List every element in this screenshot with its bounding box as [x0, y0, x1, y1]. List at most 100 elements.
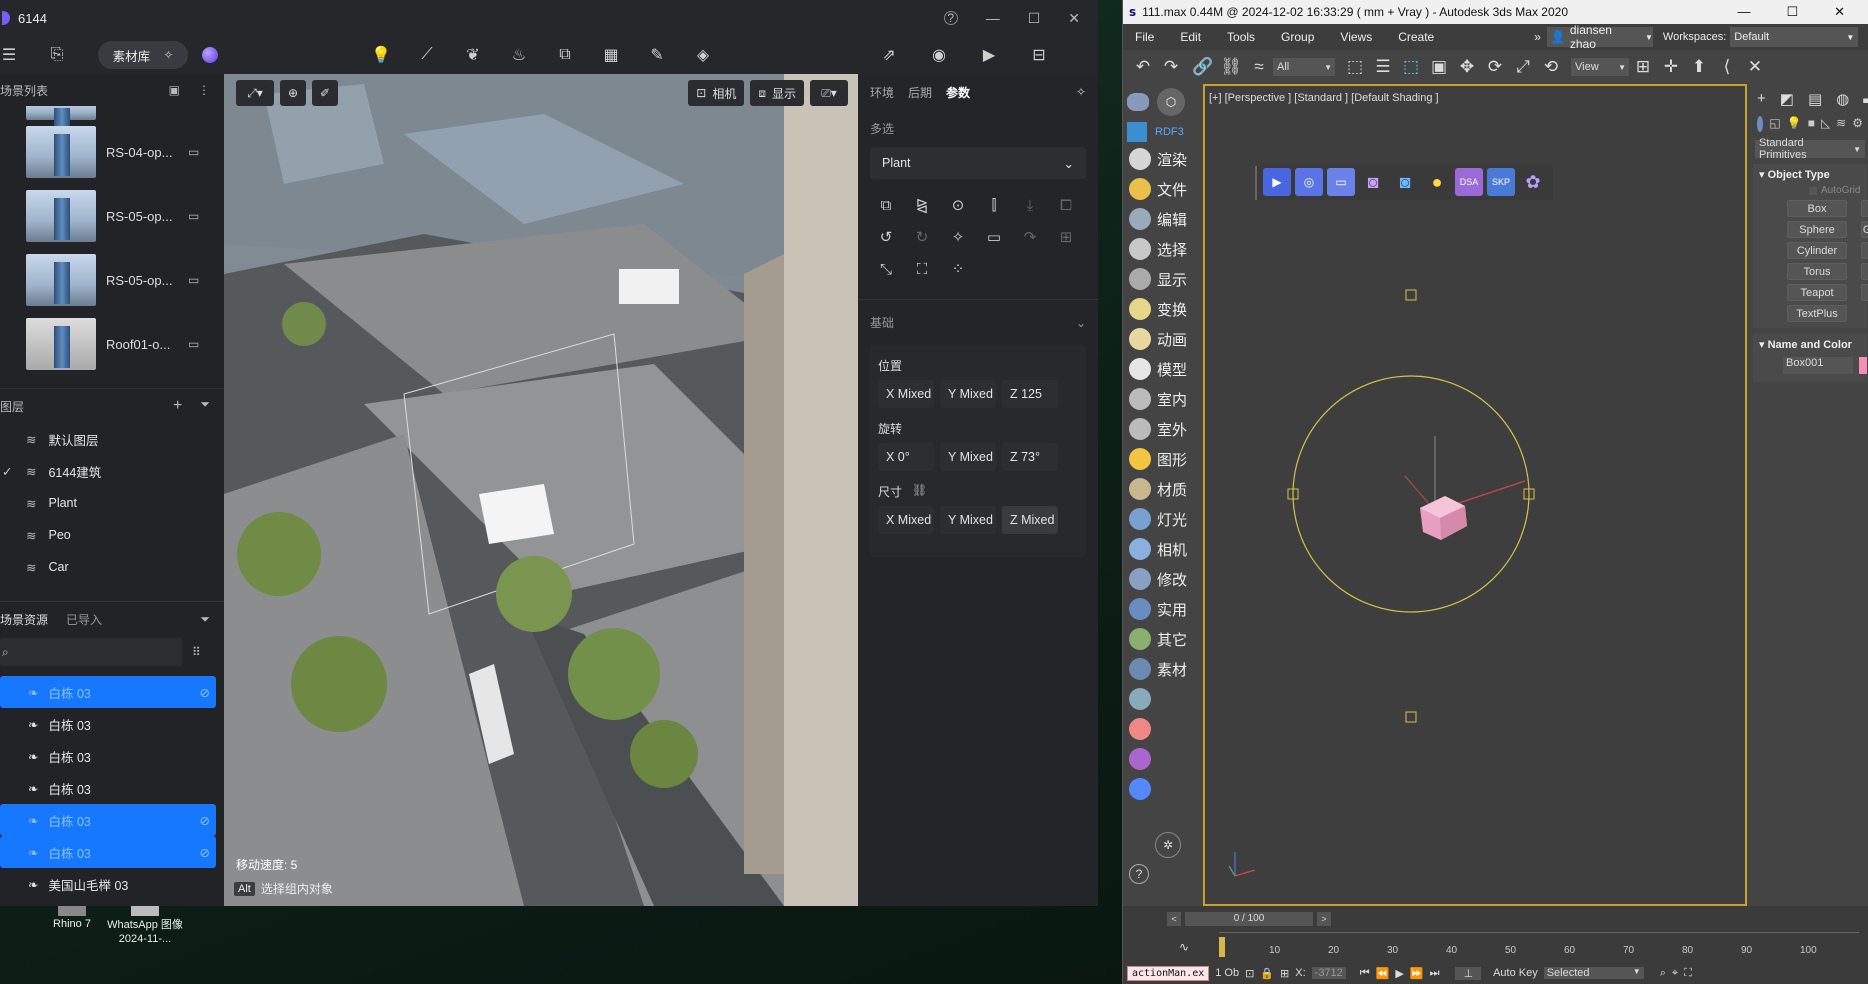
more-icon[interactable]: ⋮ [198, 83, 210, 97]
undo-icon[interactable]: ↶ [1129, 53, 1157, 81]
timeline-track[interactable]: 10 20 30 40 50 60 70 80 90 100 [1219, 932, 1859, 962]
layer-item[interactable]: ✓ ≋ 6144建筑 [0, 455, 224, 487]
ai-sparkle-icon[interactable]: ✧ [1076, 85, 1086, 99]
link-icon[interactable]: 🔗 [1189, 53, 1217, 81]
scene-item[interactable]: RS-05-op... ▭ [0, 248, 224, 312]
primitive-button[interactable]: Teapot [1787, 284, 1847, 301]
placement-icon[interactable]: ⟲ [1537, 53, 1565, 81]
copy-icon[interactable]: ⧉ [872, 191, 900, 219]
layer-item[interactable]: ≋ Peo [0, 519, 224, 551]
menu-icon[interactable]: ☰ [0, 42, 22, 68]
keyboard-shortcut-icon[interactable]: ⬆ [1685, 53, 1713, 81]
close-x-icon[interactable]: ✕ [1741, 53, 1769, 81]
select-manipulate-icon[interactable]: ✛ [1657, 53, 1685, 81]
plugin-menu-item[interactable]: 文件 [1123, 174, 1201, 204]
plugin-menu-item[interactable]: 选择 [1123, 234, 1201, 264]
pivot-center-icon[interactable]: ⊞ [1629, 53, 1657, 81]
plugin-extra-item[interactable] [1123, 744, 1201, 774]
scale-icon[interactable]: ⤡ [872, 255, 900, 283]
asset-search-input[interactable]: ⌕ [0, 638, 182, 666]
layers-icon[interactable]: ◈ [690, 42, 716, 68]
zoom-all-icon[interactable]: ⌖ [1672, 967, 1678, 980]
thumbnail-icon[interactable]: ▣ [169, 83, 180, 97]
asset-item[interactable]: ❧ 白栋 03 [0, 740, 216, 772]
asset-item[interactable]: ❧ 白栋 03 ⊘ [0, 804, 216, 836]
minimize-button[interactable]: — [986, 10, 1000, 26]
prev-key-button[interactable]: ⏪ [1376, 967, 1390, 980]
camera-small-icon[interactable]: ▭ [188, 273, 199, 287]
plugin-extra-item[interactable] [1123, 714, 1201, 744]
grid-box-icon[interactable]: ▦ [598, 42, 624, 68]
time-slider[interactable]: 0 / 100 [1185, 912, 1313, 926]
size-z-field[interactable]: Z Mixed [1002, 506, 1058, 534]
goto-start-button[interactable]: ⏮ [1360, 967, 1370, 980]
absolute-mode-icon[interactable]: ⊞ [1280, 967, 1289, 980]
rollout-collapse-icon[interactable]: ▾ [1759, 169, 1765, 181]
maximize-toggle-icon[interactable]: ⛶ [1684, 967, 1692, 980]
curve-editor-icon[interactable]: ∿ [1179, 940, 1189, 954]
picker-button[interactable]: ✐ [312, 80, 338, 106]
plugin-extra-item[interactable] [1123, 684, 1201, 714]
snap-icon[interactable]: ✧ [944, 223, 972, 251]
reference-coord-dropdown[interactable]: View ▼ [1571, 58, 1629, 76]
primitive-button[interactable]: Box [1787, 200, 1847, 217]
scene-item[interactable]: RS-05-op... ▭ [0, 184, 224, 248]
plugin-menu-item[interactable]: 室内 [1123, 384, 1201, 414]
autogrid-checkbox[interactable] [1809, 186, 1817, 195]
inbox-icon[interactable]: ⊟ [1026, 42, 1052, 68]
isolate-icon[interactable]: ⊡ [1245, 967, 1254, 980]
move-mode-button[interactable]: ⤢▾ [236, 80, 274, 106]
workspace-dropdown[interactable]: Default ▼ [1730, 27, 1859, 47]
paint-icon[interactable]: ✎ [644, 42, 670, 68]
primitive-button[interactable]: Tube [1861, 242, 1868, 259]
align-icon[interactable]: ⫿ [980, 191, 1008, 219]
scale-icon[interactable]: ⤢ [1509, 53, 1537, 81]
spacewarps-icon[interactable]: ≋ [1836, 116, 1846, 132]
size-y-field[interactable]: Y Mixed [940, 506, 996, 534]
help-icon[interactable]: ? [1129, 864, 1149, 884]
filter-icon[interactable]: ⏷ [200, 397, 210, 415]
primitive-type-dropdown[interactable]: Standard Primitives ▼ [1755, 137, 1865, 161]
display-button[interactable]: ⧈ 显示 [750, 80, 804, 106]
plugin-menu-item[interactable]: 其它 [1123, 624, 1201, 654]
selection-filter-dropdown[interactable]: All ▼ [1273, 58, 1335, 76]
rdf-logo-icon[interactable]: ⬡ [1157, 88, 1185, 116]
user-dropdown[interactable]: 👤 diansen zhao ▼ [1546, 23, 1653, 51]
close-button[interactable]: ✕ [1068, 10, 1080, 27]
close-button[interactable]: ✕ [1834, 4, 1845, 20]
globe-button[interactable]: ⊕ [280, 80, 306, 106]
hierarchy-tab-icon[interactable]: ▤ [1808, 90, 1822, 108]
rot-y-field[interactable]: Y Mixed [940, 443, 996, 471]
rot-x-field[interactable]: X 0° [878, 443, 934, 471]
geometry-icon[interactable] [1757, 116, 1764, 132]
file-icon[interactable]: ⎘ [44, 42, 70, 68]
asset-item[interactable]: ❧ 白栋 03 [0, 772, 216, 804]
set-key-button[interactable]: ⊥ [1455, 966, 1482, 980]
display-tab-icon[interactable]: ▬ [1863, 90, 1868, 108]
redo-icon[interactable]: ↷ [1016, 223, 1044, 251]
move-icon[interactable]: ✥ [1453, 53, 1481, 81]
maxscript-listener[interactable]: actionMan.ex [1127, 965, 1210, 981]
primitive-button[interactable]: TextPlus [1787, 305, 1847, 322]
video-icon[interactable]: ▶ [976, 42, 1002, 68]
plugin-menu-item[interactable]: 变换 [1123, 294, 1201, 324]
menu-edit[interactable]: Edit [1180, 30, 1201, 44]
lights-icon[interactable]: 💡 [1787, 116, 1802, 132]
unlink-icon[interactable]: ⛓ [1217, 53, 1245, 81]
primitive-button[interactable]: Plane [1861, 284, 1868, 301]
scene-item[interactable]: Roof01-o... ▭ [0, 312, 224, 376]
rotate-icon[interactable]: ↻ [908, 223, 936, 251]
hide-icon[interactable]: ⊘ [200, 685, 210, 700]
scatter-icon[interactable]: ⁘ [944, 255, 972, 283]
plugin-menu-item[interactable]: 灯光 [1123, 504, 1201, 534]
play-button[interactable]: ▶ [1395, 967, 1403, 980]
object-color-swatch[interactable] [1858, 357, 1867, 374]
motion-tab-icon[interactable]: ◍ [1836, 90, 1849, 108]
chevron-down-icon[interactable]: ⌄ [1076, 316, 1086, 330]
fire-icon[interactable]: ♨ [506, 42, 532, 68]
rotate-icon[interactable]: ⟳ [1481, 53, 1509, 81]
camera-small-icon[interactable]: ▭ [188, 209, 199, 223]
pos-y-field[interactable]: Y Mixed [940, 380, 996, 408]
next-key-button[interactable]: ⏩ [1410, 967, 1424, 980]
maximize-button[interactable]: ☐ [1028, 10, 1041, 27]
